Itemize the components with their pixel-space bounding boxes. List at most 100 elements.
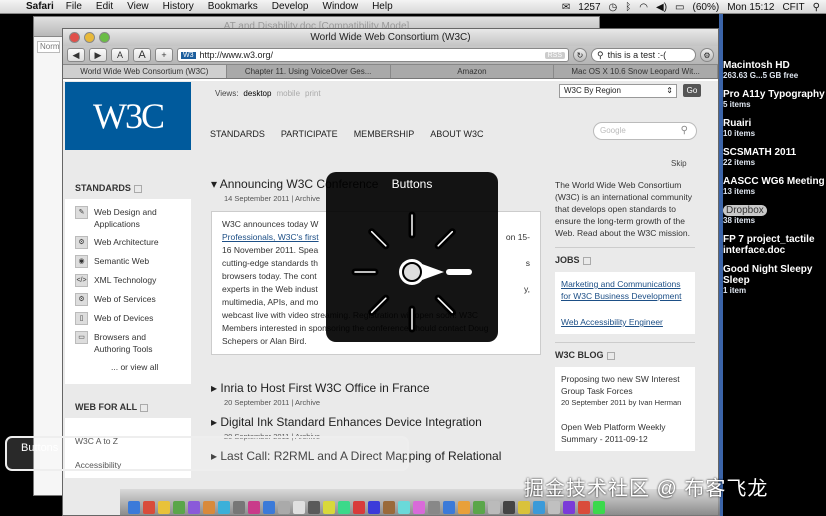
- standard-item[interactable]: ▭ Browsers and Authoring Tools: [65, 328, 191, 358]
- menu-clock[interactable]: Mon 15:12: [727, 2, 774, 13]
- dock-app-icon[interactable]: [488, 501, 500, 514]
- dock-app-icon[interactable]: [338, 501, 350, 514]
- dock-app-icon[interactable]: [233, 501, 245, 514]
- tab-voiceover-chapter[interactable]: Chapter 11. Using VoiceOver Ges...: [227, 65, 391, 78]
- dock-app-icon[interactable]: [533, 501, 545, 514]
- zoom-large-button[interactable]: A: [133, 48, 151, 62]
- wifi-icon[interactable]: ◠: [639, 2, 648, 13]
- dock-app-icon[interactable]: [473, 501, 485, 514]
- view-print-link[interactable]: print: [305, 89, 321, 98]
- spotlight-icon[interactable]: ⚲: [813, 2, 820, 13]
- dock-app-icon[interactable]: [428, 501, 440, 514]
- desktop-item[interactable]: AASCC WG6 Meeting 13 items: [723, 176, 826, 197]
- dock-app-icon[interactable]: [563, 501, 575, 514]
- job-link[interactable]: Web Accessibility Engineer: [561, 316, 689, 328]
- menu-edit[interactable]: Edit: [96, 1, 113, 12]
- dock-app-icon[interactable]: [128, 501, 140, 514]
- tab-snow-leopard[interactable]: Mac OS X 10.6 Snow Leopard Wit...: [554, 65, 718, 78]
- nav-standards[interactable]: STANDARDS: [210, 129, 265, 139]
- battery-icon[interactable]: ▭: [675, 2, 684, 13]
- nav-membership[interactable]: MEMBERSHIP: [354, 129, 415, 139]
- job-link[interactable]: Marketing and Communications for W3C Bus…: [561, 278, 689, 302]
- tab-w3c[interactable]: World Wide Web Consortium (W3C): [63, 65, 227, 78]
- url-text[interactable]: http://www.w3.org/: [200, 50, 274, 60]
- news-title[interactable]: ▸ Inria to Host First W3C Office in Fran…: [211, 381, 543, 396]
- dock-app-icon[interactable]: [368, 501, 380, 514]
- zoom-small-button[interactable]: A: [111, 48, 129, 62]
- safari-titlebar[interactable]: World Wide Web Consortium (W3C): [63, 29, 718, 46]
- standard-item[interactable]: ▯ Web of Devices: [65, 309, 191, 328]
- menu-view[interactable]: View: [127, 1, 149, 12]
- region-select[interactable]: W3C By Region ⇕: [559, 84, 677, 98]
- address-bar[interactable]: W3 http://www.w3.org/ RSS: [177, 48, 569, 62]
- dock-app-icon[interactable]: [278, 501, 290, 514]
- forward-button[interactable]: ▶: [89, 48, 107, 62]
- menu-help[interactable]: Help: [372, 1, 393, 12]
- dock-app-icon[interactable]: [578, 501, 590, 514]
- dock-app-icon[interactable]: [548, 501, 560, 514]
- search-text[interactable]: this is a test :-(: [608, 50, 667, 60]
- dock-app-icon[interactable]: [248, 501, 260, 514]
- dock-app-icon[interactable]: [458, 501, 470, 514]
- dock-app-icon[interactable]: [353, 501, 365, 514]
- dock-app-icon[interactable]: [413, 501, 425, 514]
- dock-app-icon[interactable]: [173, 501, 185, 514]
- site-search-input[interactable]: Google ⚲: [593, 122, 697, 140]
- nav-about[interactable]: ABOUT W3C: [430, 129, 483, 139]
- dock-app-icon[interactable]: [443, 501, 455, 514]
- standard-item[interactable]: </> XML Technology: [65, 271, 191, 290]
- standard-item[interactable]: ◉ Semantic Web: [65, 252, 191, 271]
- settings-gear-icon[interactable]: ⚙: [700, 48, 714, 62]
- blog-title[interactable]: Open Web Platform Weekly Summary - 2011-…: [561, 421, 689, 445]
- rss-button[interactable]: RSS: [544, 51, 565, 59]
- dock-app-icon[interactable]: [263, 501, 275, 514]
- go-button[interactable]: Go: [683, 84, 701, 97]
- news-title[interactable]: ▸ Digital Ink Standard Enhances Device I…: [211, 415, 543, 430]
- skip-link[interactable]: Skip: [671, 159, 687, 168]
- volume-icon[interactable]: ◀): [656, 2, 667, 13]
- dock-app-icon[interactable]: [398, 501, 410, 514]
- dock-app-icon[interactable]: [293, 501, 305, 514]
- mail-icon[interactable]: ✉: [562, 2, 570, 13]
- dock-app-icon[interactable]: [143, 501, 155, 514]
- menu-app-safari[interactable]: Safari: [26, 1, 54, 12]
- magnifier-icon[interactable]: ⚲: [681, 123, 688, 139]
- desktop-item-dropbox[interactable]: Dropbox 38 items: [723, 205, 826, 226]
- reload-button[interactable]: ↻: [573, 48, 587, 62]
- dock-app-icon[interactable]: [323, 501, 335, 514]
- view-all-link[interactable]: ... or view all: [65, 358, 191, 380]
- tab-amazon[interactable]: Amazon: [391, 65, 555, 78]
- dock-app-icon[interactable]: [158, 501, 170, 514]
- bluetooth-icon[interactable]: ᛒ: [625, 2, 631, 13]
- menu-user[interactable]: CFIT: [782, 2, 804, 13]
- desktop-item[interactable]: Ruairi 10 items: [723, 118, 826, 139]
- dock-app-icon[interactable]: [308, 501, 320, 514]
- standard-item[interactable]: ✎ Web Design and Applications: [65, 203, 191, 233]
- dock-app-icon[interactable]: [203, 501, 215, 514]
- nav-participate[interactable]: PARTICIPATE: [281, 129, 338, 139]
- menu-develop[interactable]: Develop: [272, 1, 309, 12]
- search-field[interactable]: ⚲ this is a test :-(: [591, 48, 696, 62]
- view-mobile-link[interactable]: mobile: [276, 89, 300, 98]
- dock-app-icon[interactable]: [593, 501, 605, 514]
- w3c-logo[interactable]: W3C: [65, 82, 191, 150]
- menu-file[interactable]: File: [66, 1, 82, 12]
- back-button[interactable]: ◀: [67, 48, 85, 62]
- menu-history[interactable]: History: [163, 1, 194, 12]
- dock-app-icon[interactable]: [518, 501, 530, 514]
- desktop-item[interactable]: Macintosh HD 263.63 G...5 GB free: [723, 60, 826, 81]
- dock-app-icon[interactable]: [188, 501, 200, 514]
- standard-item[interactable]: ⚙ Web of Services: [65, 290, 191, 309]
- add-bookmark-button[interactable]: +: [155, 48, 173, 62]
- menu-window[interactable]: Window: [323, 1, 359, 12]
- dock-app-icon[interactable]: [218, 501, 230, 514]
- desktop-item[interactable]: FP 7 project_tactile interface.doc: [723, 234, 826, 256]
- desktop-item[interactable]: Pro A11y Typography 5 items: [723, 89, 826, 110]
- dock-app-icon[interactable]: [383, 501, 395, 514]
- menu-bookmarks[interactable]: Bookmarks: [208, 1, 258, 12]
- blog-title[interactable]: Proposing two new SW Interest Group Task…: [561, 373, 689, 397]
- standard-item[interactable]: ⚙ Web Architecture: [65, 233, 191, 252]
- style-box[interactable]: Norm: [37, 41, 60, 53]
- clock-icon[interactable]: ◷: [609, 2, 618, 13]
- desktop-item[interactable]: Good Night Sleepy Sleep 1 item: [723, 264, 826, 296]
